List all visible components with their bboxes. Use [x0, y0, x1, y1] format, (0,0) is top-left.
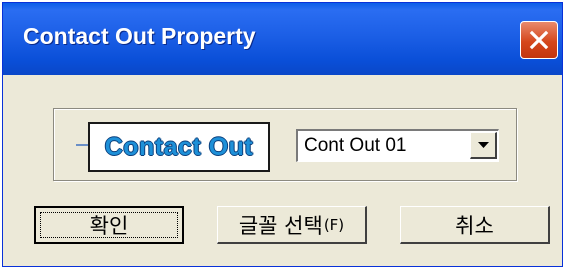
close-icon — [529, 30, 549, 50]
font-select-label: 글꼴 선택 — [238, 213, 323, 238]
contact-select[interactable]: Cont Out 01 — [296, 129, 499, 162]
title-bar[interactable]: Contact Out Property — [3, 3, 562, 75]
font-select-mnemonic: (F) — [323, 215, 345, 234]
cancel-button[interactable]: 취소 — [400, 206, 550, 244]
close-button[interactable] — [520, 21, 558, 59]
contact-out-label: Contact Out — [104, 132, 254, 161]
chevron-down-icon — [478, 142, 489, 148]
font-select-button[interactable]: 글꼴 선택 (F) — [217, 206, 367, 244]
cancel-button-label: 취소 — [455, 213, 494, 238]
focus-rect — [40, 212, 178, 238]
ok-button[interactable]: 확인 — [34, 206, 184, 244]
contact-out-preview: Contact Out — [88, 122, 270, 172]
window-title: Contact Out Property — [23, 23, 256, 49]
dropdown-button[interactable] — [470, 132, 497, 159]
contact-select-value: Cont Out 01 — [304, 135, 407, 156]
